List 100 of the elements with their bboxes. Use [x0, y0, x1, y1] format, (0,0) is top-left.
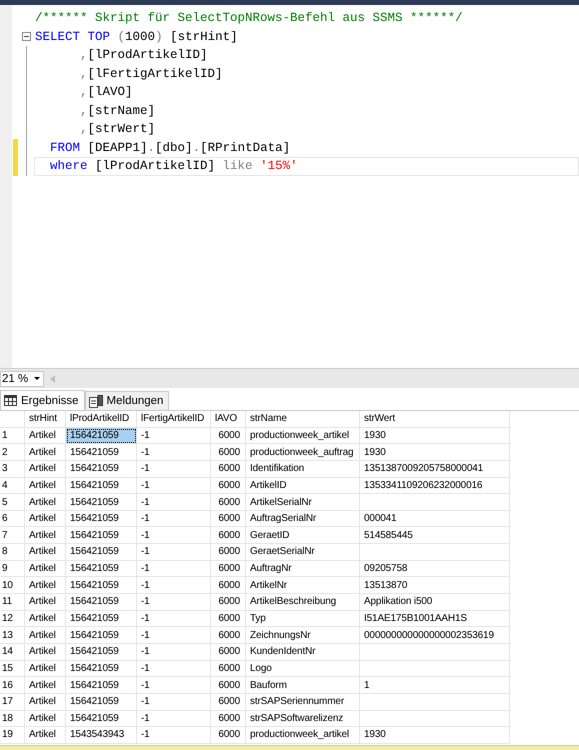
code-line: ,[lAVO] — [79, 84, 134, 102]
table-cell: ArtikelID — [246, 478, 360, 494]
row-number: 1 — [0, 428, 25, 444]
table-cell: 6000 — [211, 627, 246, 644]
table-cell: 156421059 — [66, 710, 137, 728]
row-number: 16 — [0, 677, 25, 694]
table-cell: -1 — [137, 428, 211, 444]
table-cell: 6000 — [211, 544, 246, 561]
table-cell: Artikel — [25, 594, 66, 611]
column-header[interactable]: lProdArtikelID — [66, 411, 137, 428]
table-cell: -1 — [137, 510, 211, 528]
table-cell: 156421059 — [66, 594, 137, 611]
table-cell: Identifikation — [246, 460, 360, 478]
row-number: 17 — [0, 694, 25, 711]
table-cell: 6000 — [211, 527, 246, 544]
code-line: SELECT TOP (1000) [strHint] — [34, 28, 239, 46]
table-cell: 156421059 — [66, 644, 137, 661]
table-cell: 6000 — [211, 494, 246, 511]
table-cell: -1 — [137, 444, 211, 461]
table-cell: productionweek_artikel — [246, 727, 360, 744]
code-line: ,[lFertigArtikelID] — [79, 66, 224, 83]
table-cell: 6000 — [211, 510, 246, 528]
code-line: ,[lProdArtikelID] — [79, 47, 209, 64]
row-number: 14 — [0, 644, 25, 661]
table-cell: 6000 — [211, 694, 246, 711]
table-cell: AuftragSerialNr — [246, 510, 360, 528]
column-header[interactable]: lAVO — [211, 411, 246, 428]
table-cell: Artikel — [25, 644, 66, 661]
column-header[interactable]: strName — [246, 411, 360, 428]
table-cell: productionweek_artikel — [246, 428, 360, 444]
column-header[interactable]: strWert — [360, 411, 510, 428]
code-line: /****** Skript für SelectTopNRows-Befehl aus SSMS ******/ — [34, 10, 464, 28]
table-cell: -1 — [137, 677, 211, 694]
table-cell: Artikel — [25, 510, 66, 528]
row-number: 10 — [0, 577, 25, 594]
table-cell: Artikel — [25, 527, 66, 544]
table-cell: 6000 — [211, 610, 246, 628]
table-cell: 1543543943 — [66, 727, 137, 744]
table-cell: -1 — [137, 660, 211, 678]
table-cell: strSAPSoftwarelizenz — [246, 710, 360, 728]
row-number: 2 — [0, 444, 25, 461]
table-cell: ArtikelBeschreibung — [246, 594, 360, 611]
table-cell: 6000 — [211, 710, 246, 728]
table-cell: 6000 — [211, 460, 246, 478]
table-cell: 156421059 — [66, 544, 137, 561]
table-cell: 156421059 — [66, 510, 137, 528]
row-number: 3 — [0, 460, 25, 478]
table-cell: 6000 — [211, 644, 246, 661]
table-cell: 156421059 — [66, 527, 137, 544]
table-cell: Artikel — [25, 610, 66, 628]
row-number: 12 — [0, 610, 25, 628]
row-number: 13 — [0, 627, 25, 644]
results-tab[interactable]: Meldungen — [84, 391, 170, 410]
table-cell: -1 — [137, 560, 211, 578]
table-cell: -1 — [137, 544, 211, 561]
table-cell: -1 — [137, 460, 211, 478]
table-cell: ArtikelSerialNr — [246, 494, 360, 511]
document-icon — [88, 394, 103, 408]
table-cell: Artikel — [25, 727, 66, 744]
table-cell: Artikel — [25, 478, 66, 494]
table-cell: 6000 — [211, 727, 246, 744]
table-cell: 6000 — [211, 577, 246, 594]
collapse-icon[interactable] — [22, 32, 30, 42]
table-cell: -1 — [137, 627, 211, 644]
row-number: 15 — [0, 660, 25, 678]
row-number: 7 — [0, 527, 25, 544]
table-cell: 000041 — [360, 510, 510, 528]
table-cell: 1930 — [360, 428, 510, 444]
table-cell: -1 — [137, 710, 211, 728]
row-number: 6 — [0, 510, 25, 528]
table-cell: Artikel — [25, 560, 66, 578]
table-cell: strSAPSeriennummer — [246, 694, 360, 711]
table-cell: -1 — [137, 594, 211, 611]
column-header[interactable]: strHint — [25, 411, 66, 428]
zoom-dropdown[interactable]: 21 % — [0, 370, 44, 386]
column-header[interactable]: lFertigArtikelID — [137, 411, 211, 428]
table-cell: 1930 — [360, 444, 510, 461]
table-cell: -1 — [137, 478, 211, 494]
results-tab[interactable]: Ergebnisse — [0, 390, 85, 410]
table-cell: Artikel — [25, 577, 66, 594]
table-cell: 13513870 — [360, 577, 510, 594]
table-cell: Artikel — [25, 444, 66, 461]
table-cell: 6000 — [211, 478, 246, 494]
table-cell: 1930 — [360, 727, 510, 744]
table-cell: 156421059 — [66, 660, 137, 678]
table-cell: 6000 — [211, 594, 246, 611]
table-cell: 156421059 — [66, 677, 137, 694]
table-cell: Bauform — [246, 677, 360, 694]
table-cell: productionweek_auftrag — [246, 444, 360, 461]
table-cell: Artikel — [25, 677, 66, 694]
table-cell: ZeichnungsNr — [246, 627, 360, 644]
code-line: ,[strWert] — [79, 121, 156, 138]
table-cell: 6000 — [211, 660, 246, 678]
table-cell: 156421059 — [66, 627, 137, 644]
code-line: ,[strName] — [79, 102, 156, 120]
table-cell: -1 — [137, 527, 211, 544]
table-cell: Typ — [246, 610, 360, 628]
table-cell: -1 — [137, 727, 211, 744]
table-cell: 6000 — [211, 677, 246, 694]
table-cell: I51AE175B1001AAH1S — [360, 610, 510, 628]
